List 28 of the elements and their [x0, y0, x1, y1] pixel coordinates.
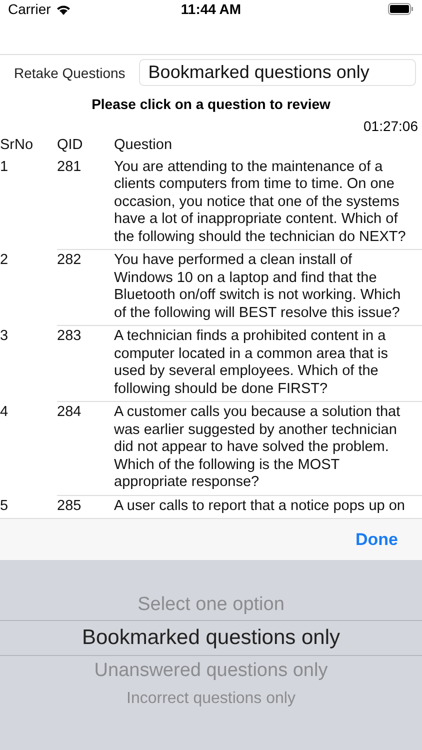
srno-cell[interactable]: 3	[0, 326, 57, 402]
question-cell[interactable]: A technician finds a prohibited content in a computer located in a common area that is used by several employees. Which of the following should be done FIRST?	[114, 326, 422, 402]
qid-cell[interactable]: 284	[57, 402, 114, 496]
retake-label: Retake Questions	[14, 64, 126, 80]
timer-text: 01:27:06	[362, 118, 419, 134]
qid-cell[interactable]: 282	[57, 250, 114, 326]
instruction-text: Please click on a question to review	[90, 96, 332, 112]
question-cell[interactable]: A user calls to report that a notice pops up on	[114, 496, 422, 518]
srno-cell[interactable]: 2	[0, 250, 57, 326]
qid-cell[interactable]: 285	[57, 496, 114, 518]
srno-cell[interactable]: 4	[0, 402, 57, 496]
qid-cell[interactable]: 283	[57, 326, 114, 402]
question-cell[interactable]: You are attending to the maintenance of a clients computers from time to time. On one occasion, you notice that one of the systems have a lot of inappropriate content. Which of the following should the technician do NEXT?	[114, 156, 422, 250]
srno-cell[interactable]: 1	[0, 156, 57, 250]
question-cell[interactable]: A customer calls you because a solution that was earlier suggested by another technician did not appear to have solved the problem. Which of the following is the MOST appropriate response?	[114, 402, 422, 496]
clock-time: 11:44 AM	[180, 1, 242, 18]
qid-cell[interactable]: 281	[57, 156, 114, 250]
carrier-label: Carrier	[8, 1, 51, 18]
column-header: SrNo	[0, 136, 34, 155]
column-header: Question	[114, 136, 174, 155]
retake-option-field[interactable]: Bookmarked questions only	[139, 59, 416, 86]
srno-cell[interactable]: 5	[0, 496, 57, 518]
question-cell[interactable]: You have performed a clean install of Windows 10 on a laptop and find that the Bluetooth on/off switch is not working. Which of the following will BEST resolve this issue?	[114, 250, 422, 326]
wifi-icon	[56, 4, 71, 15]
done-button[interactable]: Done	[352, 526, 402, 554]
column-header: QID	[57, 136, 84, 155]
battery-icon	[388, 3, 414, 16]
picker-option[interactable]: Bookmarked questions only	[0, 620, 422, 656]
